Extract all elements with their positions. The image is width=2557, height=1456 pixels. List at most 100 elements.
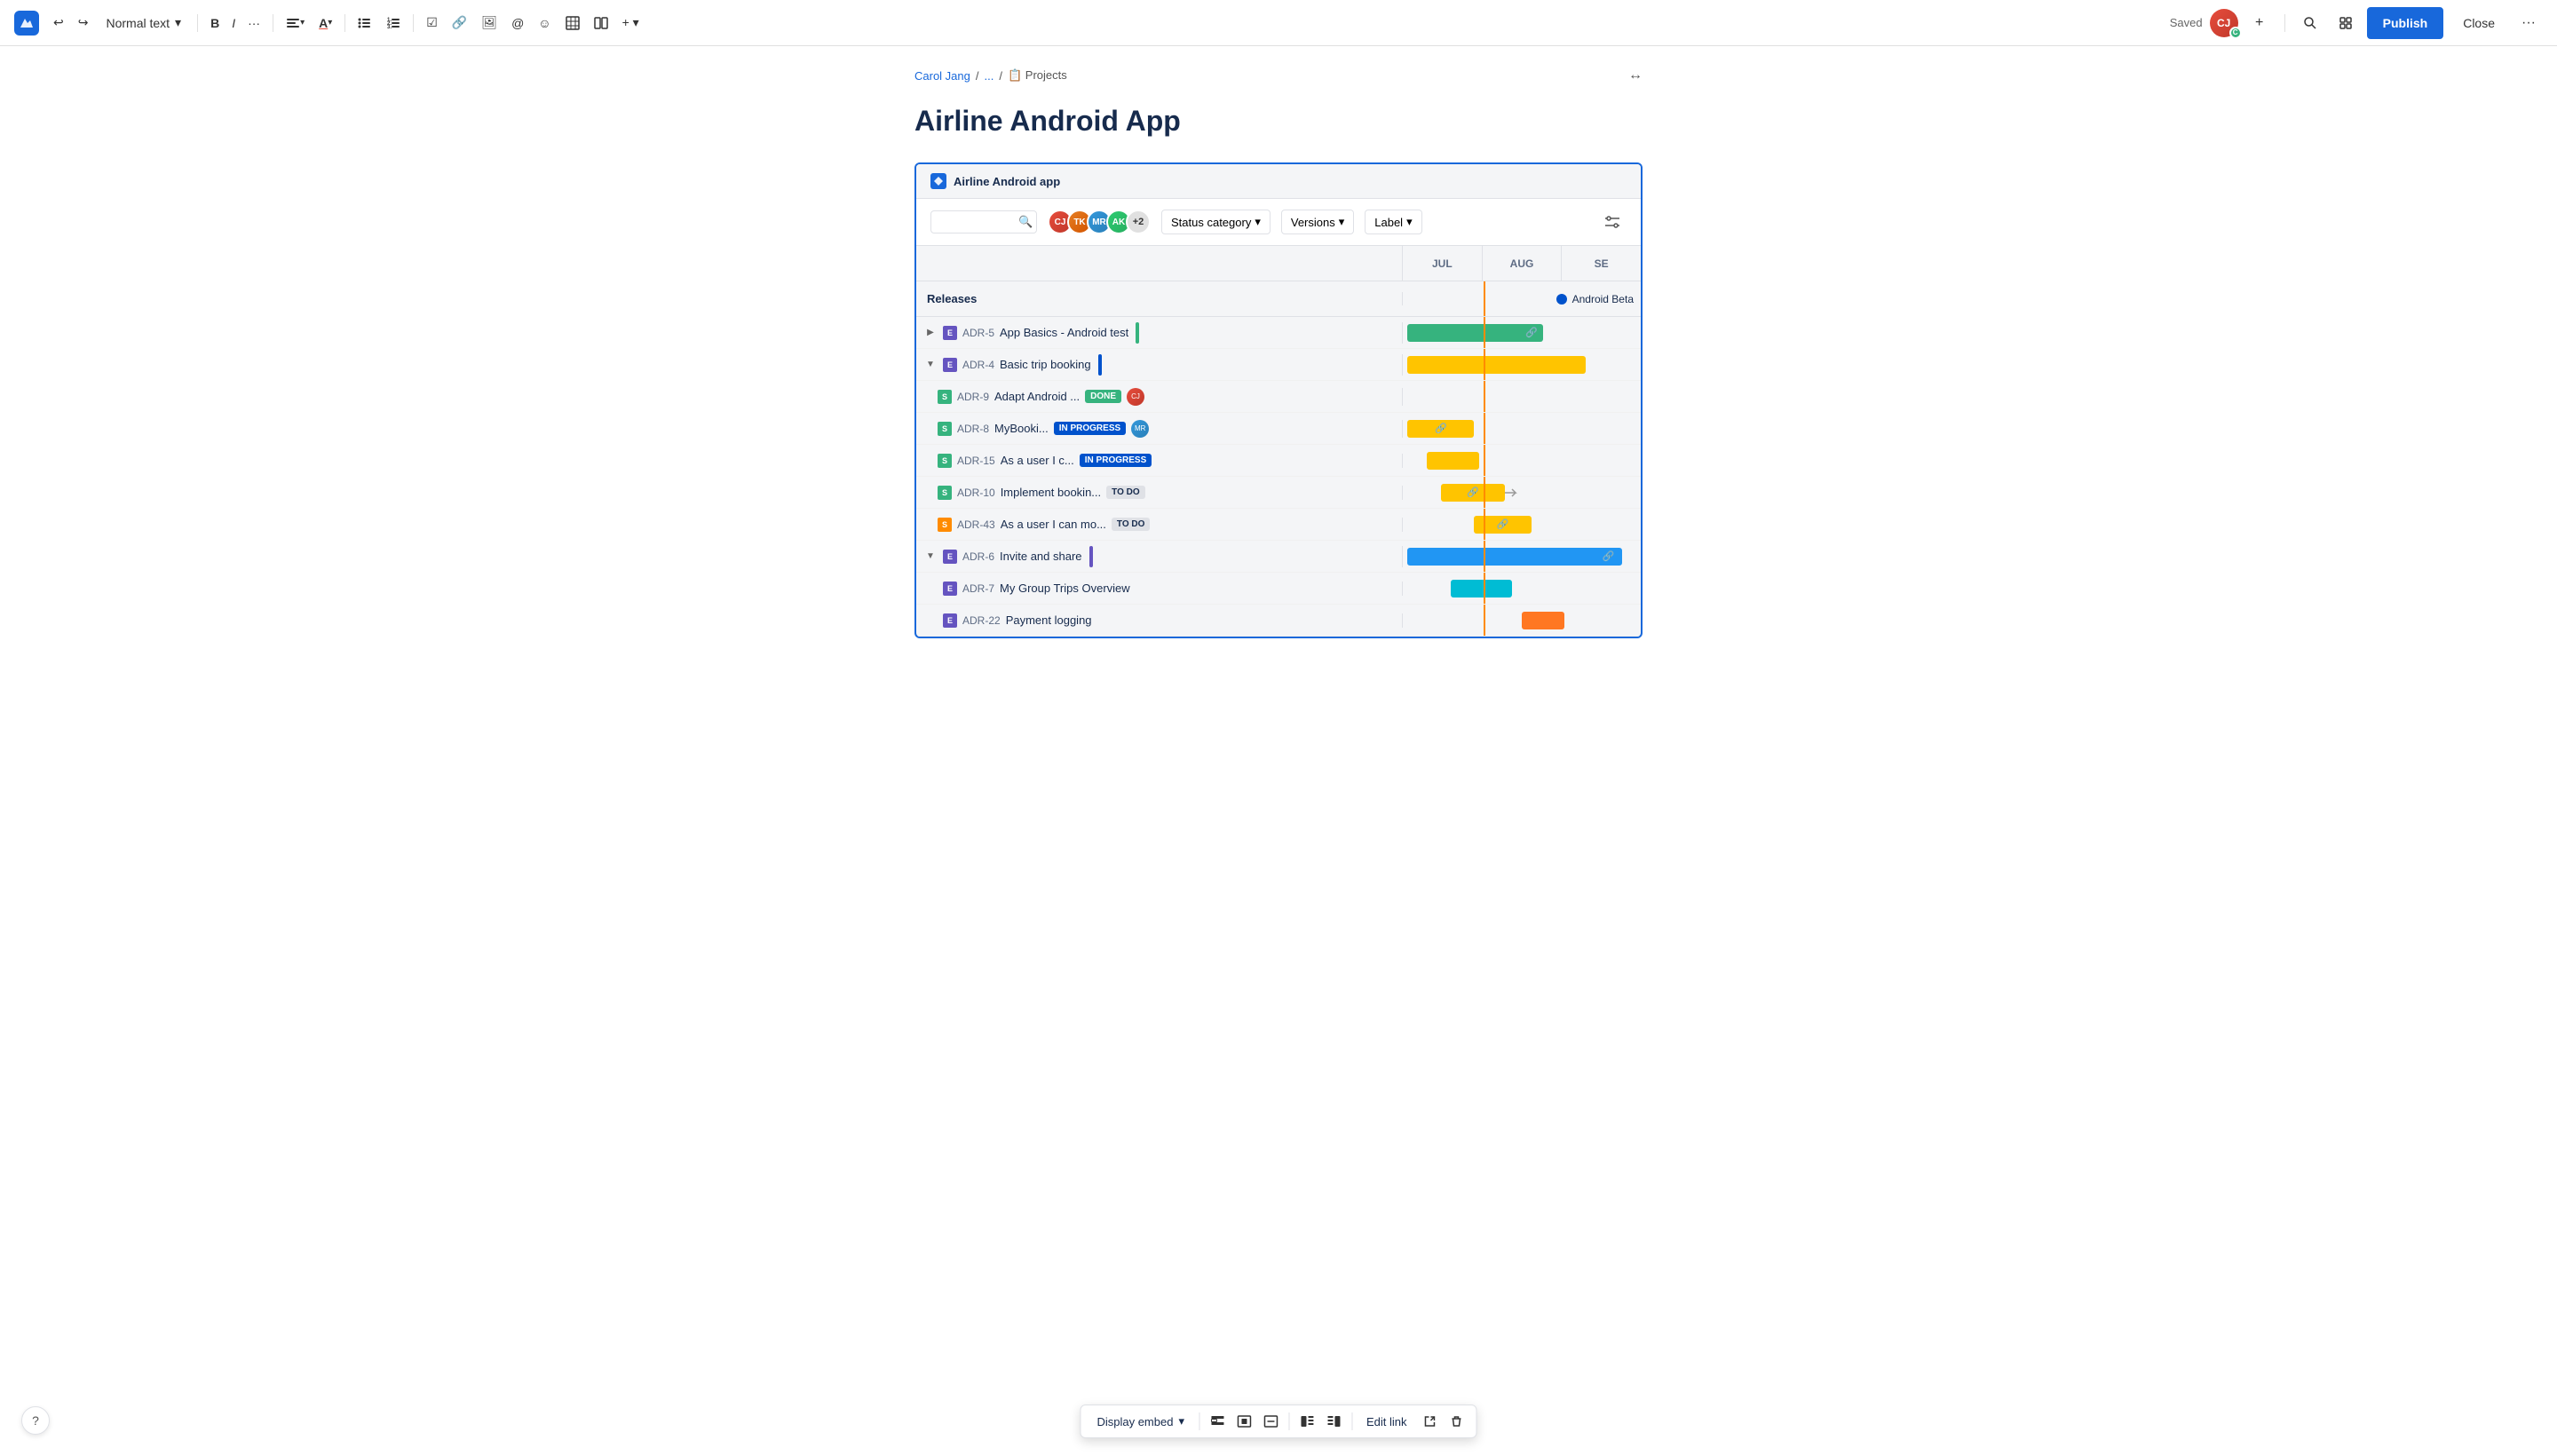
bullet-list-button[interactable] [352, 9, 377, 37]
gantt-chart: JUL AUG SE Releases Android Beta [916, 246, 1641, 637]
add-collaborator-button[interactable]: + [2245, 9, 2274, 37]
link-button[interactable]: 🔗 [447, 9, 472, 37]
table-button[interactable] [560, 9, 585, 37]
gantt-cell-right [1403, 381, 1641, 412]
align-right-button[interactable] [1258, 1409, 1283, 1434]
expand-arrow[interactable]: ▼ [923, 358, 938, 372]
item-name[interactable]: As a user I c... [1001, 454, 1074, 467]
expand-width-button[interactable]: ↔ [1628, 67, 1643, 83]
expand-arrow[interactable]: ▼ [923, 550, 938, 564]
epic-icon: E [943, 326, 957, 340]
expand-arrow[interactable]: ▶ [923, 326, 938, 340]
delete-button[interactable] [1445, 1409, 1469, 1434]
align-center-button[interactable] [1231, 1409, 1256, 1434]
status-category-filter[interactable]: Status category ▾ [1161, 210, 1271, 234]
no-distract-button[interactable] [2331, 9, 2360, 37]
item-key: ADR-6 [962, 550, 994, 563]
wrap-right-button[interactable] [1321, 1409, 1346, 1434]
breadcrumb-section-icon: 📋 [1008, 68, 1022, 82]
insert-more-button[interactable]: + ▾ [617, 9, 645, 37]
gantt-cell-right: 🔗 [1403, 413, 1641, 444]
more-formatting-button[interactable]: ··· [242, 9, 265, 37]
wrap-left-button[interactable] [1294, 1409, 1319, 1434]
epic-icon: E [943, 550, 957, 564]
mention-button[interactable]: @ [506, 9, 529, 37]
breadcrumb-section[interactable]: 📋 Projects [1008, 68, 1067, 83]
item-name[interactable]: Payment logging [1006, 613, 1092, 627]
text-style-dropdown[interactable]: Normal text ▾ [97, 9, 190, 37]
display-embed-button[interactable]: Display embed ▾ [1088, 1410, 1193, 1433]
item-name[interactable]: Invite and share [1000, 550, 1082, 563]
gantt-cell-left: S ADR-15 As a user I c... IN PROGRESS [916, 454, 1403, 468]
search-button[interactable] [2296, 9, 2324, 37]
breadcrumb-author[interactable]: Carol Jang [914, 69, 970, 83]
search-box[interactable]: 🔍 [930, 210, 1037, 233]
gantt-bar[interactable]: 🔗 [1407, 324, 1543, 342]
gantt-cell-right: 🔗 [1403, 509, 1641, 540]
formatting-group: B I ··· [205, 9, 265, 37]
app-logo[interactable] [14, 11, 39, 36]
table-row: S ADR-43 As a user I can mo... TO DO 🔗 [916, 509, 1641, 541]
gantt-bar[interactable]: 🔗 [1407, 548, 1621, 566]
gantt-bar[interactable]: 🔗 [1474, 516, 1531, 534]
bold-button[interactable]: B [205, 9, 225, 37]
avatar-count[interactable]: +2 [1126, 210, 1151, 234]
undo-button[interactable]: ↩ [48, 9, 69, 37]
redo-button[interactable]: ↪ [73, 9, 94, 37]
italic-button[interactable]: I [226, 9, 241, 37]
separator-2 [1288, 1412, 1289, 1430]
chevron-down-icon: ▾ [1406, 215, 1413, 229]
item-name[interactable]: Adapt Android ... [994, 390, 1080, 403]
breadcrumb-ellipsis[interactable]: ... [985, 69, 994, 83]
emoji-button[interactable]: ☺ [533, 9, 556, 37]
numbered-list-button[interactable]: 1. 2. 3. [381, 9, 406, 37]
separator-4 [413, 14, 414, 32]
embed-header: Airline Android app [916, 164, 1641, 199]
gantt-bar[interactable] [1451, 580, 1513, 597]
search-icon: 🔍 [1018, 215, 1033, 229]
gantt-bar[interactable]: 🔗 [1441, 484, 1505, 502]
task-list-button[interactable]: ☑ [421, 9, 443, 37]
item-name[interactable]: As a user I can mo... [1001, 518, 1106, 531]
story-icon: S [938, 422, 952, 436]
align-left-button[interactable] [1205, 1409, 1230, 1434]
gantt-bar[interactable] [1427, 452, 1479, 470]
gantt-cell-left: S ADR-43 As a user I can mo... TO DO [916, 518, 1403, 532]
table-row: ▼ E ADR-4 Basic trip booking [916, 349, 1641, 381]
align-button[interactable]: ▾ [281, 9, 310, 37]
open-external-button[interactable] [1418, 1409, 1443, 1434]
item-name[interactable]: MyBooki... [994, 422, 1049, 435]
more-options-button[interactable]: ··· [2514, 9, 2543, 37]
gantt-bar[interactable] [1407, 356, 1586, 374]
item-name[interactable]: My Group Trips Overview [1000, 582, 1130, 595]
filter-settings-button[interactable] [1598, 208, 1627, 236]
item-name[interactable]: Implement bookin... [1001, 486, 1101, 499]
link-icon: 🔗 [1467, 487, 1479, 498]
today-line [1484, 605, 1485, 636]
release-dot [1556, 294, 1567, 305]
chevron-down-icon: ▾ [175, 15, 181, 30]
story-icon: S [938, 454, 952, 468]
releases-timeline: Android Beta [1403, 281, 1641, 316]
columns-button[interactable] [589, 9, 614, 37]
search-input[interactable] [938, 216, 1018, 229]
text-color-button[interactable]: A ▾ [313, 9, 337, 37]
item-key: ADR-4 [962, 359, 994, 371]
link-icon: 🔗 [1435, 423, 1447, 434]
gantt-bar[interactable]: 🔗 [1407, 420, 1474, 438]
edit-link-button[interactable]: Edit link [1358, 1411, 1416, 1433]
item-name[interactable]: Basic trip booking [1000, 358, 1091, 371]
close-button[interactable]: Close [2450, 7, 2507, 39]
publish-button[interactable]: Publish [2367, 7, 2444, 39]
user-avatar-button[interactable]: CJ C [2210, 9, 2238, 37]
label-filter[interactable]: Label ▾ [1365, 210, 1421, 234]
item-key: ADR-9 [957, 391, 989, 403]
gantt-header-left [916, 246, 1403, 281]
item-name[interactable]: App Basics - Android test [1000, 326, 1128, 339]
gantt-bar[interactable] [1522, 612, 1564, 629]
help-button[interactable]: ? [21, 1406, 50, 1435]
versions-filter[interactable]: Versions ▾ [1281, 210, 1354, 234]
saved-status: Saved [2170, 16, 2203, 29]
image-button[interactable]: 🖼 [476, 9, 503, 37]
gantt-cell-left: E ADR-22 Payment logging [916, 613, 1403, 628]
